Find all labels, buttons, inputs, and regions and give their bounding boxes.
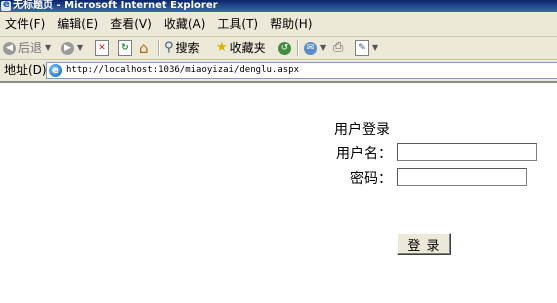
menu-tools[interactable]: 工具(T) (212, 12, 265, 36)
mail-icon: ✉ (304, 41, 317, 55)
page-icon: e (49, 64, 62, 77)
address-input[interactable]: e http://localhost:1036/miaoyizai/denglu… (46, 62, 557, 79)
favorites-button-label: 收藏夹 (229, 41, 266, 55)
toolbar-separator (158, 40, 160, 56)
toolbar-separator (297, 40, 299, 56)
print-icon: ⎙ (333, 40, 344, 55)
back-button-label: 后退 (18, 41, 43, 55)
refresh-icon: ↻ (118, 40, 132, 56)
menu-file[interactable]: 文件(F) (0, 12, 52, 36)
back-button[interactable]: ◀ 后退 ▼ (3, 37, 51, 59)
page-content: 用户登录 用户名： 密码： 登 录 (0, 83, 557, 303)
print-button[interactable]: ⎙ (333, 37, 343, 59)
edit-button[interactable]: ✎ ▼ (355, 37, 378, 59)
forward-button[interactable]: ▶ ▼ (61, 37, 83, 59)
search-button-label: 搜索 (175, 41, 200, 55)
home-button[interactable]: ⌂ (139, 37, 149, 59)
mail-button[interactable]: ✉ ▼ (304, 37, 326, 59)
search-button[interactable]: ⚲ 搜索 (164, 37, 200, 59)
window-title: 无标题页 - Microsoft Internet Explorer (13, 0, 218, 11)
address-bar: 地址(D) e http://localhost:1036/miaoyizai/… (0, 60, 557, 83)
ie-logo-icon (1, 0, 11, 11)
menu-favorites[interactable]: 收藏(A) (159, 12, 213, 36)
address-url[interactable]: http://localhost:1036/miaoyizai/denglu.a… (66, 60, 299, 81)
menu-help[interactable]: 帮助(H) (265, 12, 319, 36)
address-label: 地址(D) (4, 63, 47, 77)
login-button[interactable]: 登 录 (397, 233, 451, 255)
edit-icon: ✎ (355, 40, 369, 56)
history-icon: ↺ (278, 41, 291, 55)
search-icon: ⚲ (164, 40, 174, 55)
mail-dropdown-icon[interactable]: ▼ (320, 37, 326, 59)
password-input[interactable] (397, 168, 527, 186)
menu-view[interactable]: 查看(V) (105, 12, 159, 36)
login-heading: 用户登录 (334, 122, 390, 138)
forward-arrow-icon: ▶ (61, 41, 74, 55)
username-input[interactable] (397, 143, 537, 161)
home-icon: ⌂ (139, 39, 149, 57)
forward-dropdown-icon[interactable]: ▼ (77, 37, 83, 59)
favorites-star-icon: ★ (216, 40, 228, 55)
stop-button[interactable]: ✕ (95, 37, 109, 59)
edit-dropdown-icon[interactable]: ▼ (372, 37, 378, 59)
toolbar: ◀ 后退 ▼ ▶ ▼ ✕ ↻ ⌂ ⚲ 搜索 ★ 收藏夹 ↺ ✉ ▼ ⎙ ✎ ▼ (0, 37, 557, 60)
history-button[interactable]: ↺ (278, 37, 291, 59)
menu-edit[interactable]: 编辑(E) (52, 12, 105, 36)
password-label: 密码： (350, 171, 392, 187)
title-bar: 无标题页 - Microsoft Internet Explorer (0, 0, 557, 12)
username-label: 用户名： (336, 146, 392, 162)
back-dropdown-icon[interactable]: ▼ (45, 37, 51, 59)
refresh-button[interactable]: ↻ (118, 37, 132, 59)
back-arrow-icon: ◀ (3, 41, 16, 55)
favorites-button[interactable]: ★ 收藏夹 (216, 37, 266, 59)
stop-icon: ✕ (95, 40, 109, 56)
menu-bar: 文件(F) 编辑(E) 查看(V) 收藏(A) 工具(T) 帮助(H) (0, 12, 557, 37)
browser-window: 无标题页 - Microsoft Internet Explorer 文件(F)… (0, 0, 557, 303)
